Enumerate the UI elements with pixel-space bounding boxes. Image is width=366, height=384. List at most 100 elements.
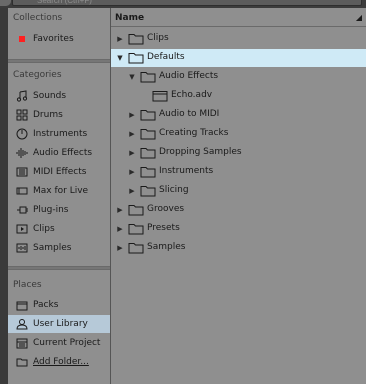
- sample-icon: [15, 242, 29, 254]
- item-label: Samples: [147, 242, 186, 252]
- expand-arrow-down-icon[interactable]: ▼: [116, 53, 124, 63]
- plugin-icon: [15, 204, 29, 216]
- favorites-color-icon: [15, 33, 29, 45]
- sidebar-item-packs[interactable]: Packs: [8, 296, 110, 314]
- expand-arrow-right-icon[interactable]: ▶: [116, 243, 124, 253]
- midi-icon: [15, 166, 29, 178]
- drum-grid-icon: [15, 109, 29, 121]
- divider: [8, 266, 110, 270]
- folder-row[interactable]: ▼ Audio Effects: [111, 68, 366, 86]
- sidebar-item-label: User Library: [33, 319, 88, 329]
- file-row[interactable]: Echo.adv: [111, 87, 366, 105]
- expand-arrow-right-icon[interactable]: ▶: [128, 110, 136, 120]
- sidebar-item-label: Favorites: [33, 34, 74, 44]
- max-icon: [15, 185, 29, 197]
- waveform-icon: [15, 147, 29, 159]
- sidebar-item-label: MIDI Effects: [33, 167, 87, 177]
- sidebar-item-label: Audio Effects: [33, 148, 93, 158]
- folder-row[interactable]: ▶ Grooves: [111, 201, 366, 219]
- item-label: Clips: [147, 33, 169, 43]
- folder-icon: [140, 71, 156, 83]
- search-input[interactable]: [12, 0, 362, 6]
- file-icon: [152, 90, 168, 102]
- name-column-header[interactable]: Name ◢: [111, 12, 366, 27]
- search-toggle-icon[interactable]: [0, 0, 11, 6]
- sidebar-item-audio-effects[interactable]: Audio Effects: [8, 144, 110, 162]
- sidebar-item-label: Add Folder...: [33, 357, 89, 367]
- item-label: Instruments: [159, 166, 214, 176]
- sidebar-item-plug-ins[interactable]: Plug-ins: [8, 201, 110, 219]
- expand-arrow-right-icon[interactable]: ▶: [128, 186, 136, 196]
- clock-icon: [15, 128, 29, 140]
- folder-icon: [140, 147, 156, 159]
- sidebar-item-max-for-live[interactable]: Max for Live: [8, 182, 110, 200]
- sort-indicator-icon[interactable]: ◢: [356, 13, 362, 22]
- folder-row[interactable]: ▶ Presets: [111, 220, 366, 238]
- sidebar-edge: [0, 8, 8, 384]
- sidebar-item-add-folder[interactable]: Add Folder...: [8, 353, 110, 371]
- folder-row[interactable]: ▶ Dropping Samples: [111, 144, 366, 162]
- folder-row[interactable]: ▼ Defaults: [111, 49, 366, 67]
- divider: [8, 59, 110, 63]
- sidebar-item-midi-effects[interactable]: MIDI Effects: [8, 163, 110, 181]
- item-label: Dropping Samples: [159, 147, 242, 157]
- expand-arrow-right-icon[interactable]: ▶: [128, 167, 136, 177]
- expand-arrow-down-icon[interactable]: ▼: [128, 72, 136, 82]
- sidebar-item-favorites[interactable]: Favorites: [8, 30, 110, 48]
- clip-icon: [15, 223, 29, 235]
- folder-icon: [140, 128, 156, 140]
- sidebar: Collections Favorites Categories Sounds …: [8, 8, 110, 384]
- project-icon: [15, 337, 29, 349]
- folder-icon: [140, 166, 156, 178]
- sidebar-item-label: Max for Live: [33, 186, 89, 196]
- sidebar-item-label: Drums: [33, 110, 63, 120]
- folder-icon: [140, 109, 156, 121]
- expand-arrow-right-icon[interactable]: ▶: [116, 205, 124, 215]
- item-label: Presets: [147, 223, 180, 233]
- item-label: Creating Tracks: [159, 128, 229, 138]
- packs-icon: [15, 299, 29, 311]
- sidebar-item-user-library[interactable]: User Library: [8, 315, 110, 333]
- user-icon: [15, 318, 29, 330]
- folder-icon: [140, 185, 156, 197]
- folder-row[interactable]: ▶ Instruments: [111, 163, 366, 181]
- sidebar-item-instruments[interactable]: Instruments: [8, 125, 110, 143]
- expand-arrow-right-icon[interactable]: ▶: [116, 224, 124, 234]
- folder-icon: [128, 223, 144, 235]
- sidebar-item-samples[interactable]: Samples: [8, 239, 110, 257]
- item-label: Defaults: [147, 52, 185, 62]
- item-label: Grooves: [147, 204, 185, 214]
- folder-icon: [128, 204, 144, 216]
- sidebar-item-label: Instruments: [33, 129, 88, 139]
- places-header: Places: [13, 280, 42, 290]
- sidebar-item-label: Current Project: [33, 338, 101, 348]
- expand-arrow-right-icon[interactable]: ▶: [128, 148, 136, 158]
- item-label: Echo.adv: [171, 90, 213, 100]
- expand-arrow-right-icon[interactable]: ▶: [116, 34, 124, 44]
- folder-icon: [128, 242, 144, 254]
- search-bar: [0, 0, 366, 8]
- add-folder-icon: [15, 356, 29, 368]
- column-header-label: Name: [115, 13, 145, 23]
- folder-icon: [128, 52, 144, 64]
- sidebar-item-clips[interactable]: Clips: [8, 220, 110, 238]
- folder-row[interactable]: ▶ Samples: [111, 239, 366, 257]
- sidebar-item-current-project[interactable]: Current Project: [8, 334, 110, 352]
- expand-arrow-right-icon[interactable]: ▶: [128, 129, 136, 139]
- folder-icon: [128, 33, 144, 45]
- sidebar-item-label: Plug-ins: [33, 205, 69, 215]
- folder-row[interactable]: ▶ Audio to MIDI: [111, 106, 366, 124]
- sidebar-item-label: Packs: [33, 300, 59, 310]
- categories-header: Categories: [13, 70, 62, 80]
- sidebar-item-label: Clips: [33, 224, 55, 234]
- item-label: Audio to MIDI: [159, 109, 220, 119]
- item-label: Audio Effects: [159, 71, 219, 81]
- sidebar-item-drums[interactable]: Drums: [8, 106, 110, 124]
- folder-row[interactable]: ▶ Slicing: [111, 182, 366, 200]
- folder-row[interactable]: ▶ Creating Tracks: [111, 125, 366, 143]
- folder-row[interactable]: ▶ Clips: [111, 30, 366, 48]
- sidebar-item-label: Samples: [33, 243, 72, 253]
- sidebar-item-sounds[interactable]: Sounds: [8, 87, 110, 105]
- sidebar-item-label: Sounds: [33, 91, 67, 101]
- collections-header: Collections: [13, 13, 63, 23]
